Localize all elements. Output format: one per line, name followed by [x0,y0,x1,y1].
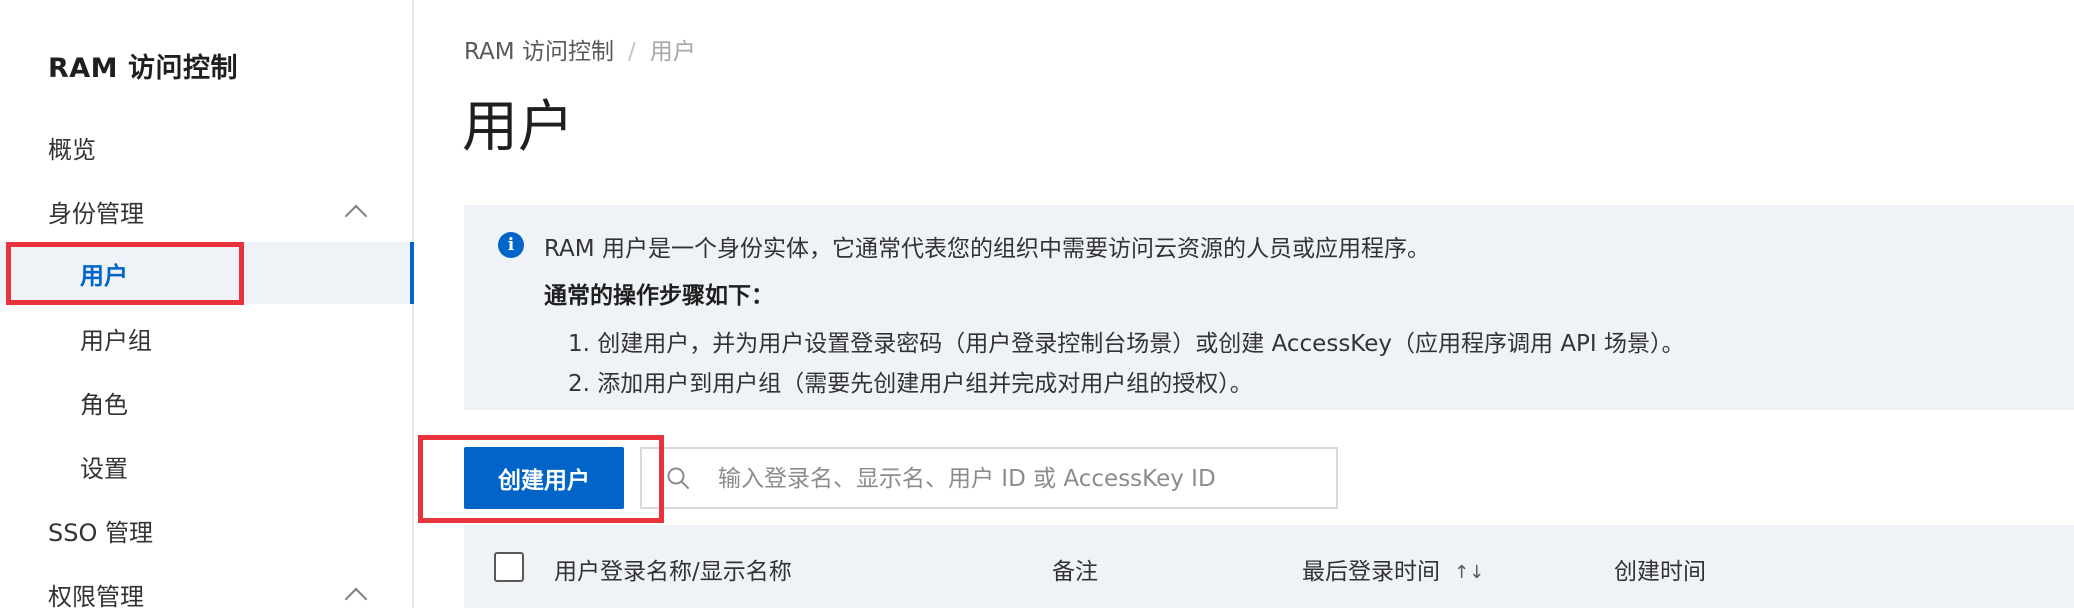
info-icon: i [498,232,524,258]
breadcrumb: RAM 访问控制 / 用户 [464,32,696,66]
info-panel: i RAM 用户是一个身份实体，它通常代表您的组织中需要访问云资源的人员或应用程… [464,205,2074,410]
sidebar-item-label: 用户 [80,261,128,290]
column-header-login-name: 用户登录名称/显示名称 [554,559,792,585]
ram-users-page: RAM 访问控制 概览 身份管理 用户 用户组 角色 设置 SSO 管理 权限管… [0,0,2074,608]
sidebar-item-settings[interactable]: 设置 [0,435,412,497]
sidebar-item-users[interactable]: 用户 [0,242,414,304]
sidebar-item-identity-management[interactable]: 身份管理 [0,180,412,242]
sort-icon[interactable]: ↑↓ [1454,562,1484,583]
sidebar-item-overview[interactable]: 概览 [0,116,412,178]
search-input[interactable] [716,449,1330,509]
table-header: 用户登录名称/显示名称 备注 最后登录时间 ↑↓ 创建时间 [464,525,2074,608]
sidebar-item-user-groups[interactable]: 用户组 [0,307,412,369]
info-step-2: 2. 添加用户到用户组（需要先创建用户组并完成对用户组的授权）。 [568,371,1253,397]
sidebar-item-sso-management[interactable]: SSO 管理 [0,499,412,561]
sidebar-item-label: 身份管理 [48,199,144,228]
info-step-1: 1. 创建用户，并为用户设置登录密码（用户登录控制台场景）或创建 AccessK… [568,331,1685,357]
column-header-remark: 备注 [1052,559,1098,585]
page-title: 用户 [462,95,574,160]
sidebar-item-label: SSO 管理 [48,518,153,547]
chevron-up-icon[interactable] [344,204,368,228]
sidebar-item-roles[interactable]: 角色 [0,371,412,433]
column-header-created-time: 创建时间 [1614,559,1706,585]
sidebar-item-label: 概览 [48,135,96,164]
column-header-label: 最后登录时间 [1302,559,1440,585]
create-user-button[interactable]: 创建用户 [464,447,624,509]
main-content: RAM 访问控制 / 用户 用户 i RAM 用户是一个身份实体，它通常代表您的组织… [414,0,2074,608]
info-steps-title: 通常的操作步骤如下： [544,283,774,309]
info-description: RAM 用户是一个身份实体，它通常代表您的组织中需要访问云资源的人员或应用程序。 [544,236,1430,262]
sidebar-item-label: 权限管理 [48,582,144,608]
sidebar-item-label: 设置 [80,454,128,483]
search-box[interactable] [640,447,1338,509]
sidebar-item-label: 角色 [80,390,128,419]
chevron-up-icon[interactable] [344,587,368,608]
sidebar-title: RAM 访问控制 [48,53,238,84]
select-all-checkbox[interactable] [494,552,524,582]
sidebar: RAM 访问控制 概览 身份管理 用户 用户组 角色 设置 SSO 管理 权限管… [0,0,414,608]
sidebar-item-label: 用户组 [80,326,152,355]
sidebar-item-permission-management[interactable]: 权限管理 [0,563,412,608]
column-header-last-login[interactable]: 最后登录时间 ↑↓ [1302,552,1484,586]
breadcrumb-current: 用户 [649,39,696,65]
search-icon [667,467,689,489]
breadcrumb-root[interactable]: RAM 访问控制 [464,39,614,65]
breadcrumb-separator: / [627,39,636,65]
